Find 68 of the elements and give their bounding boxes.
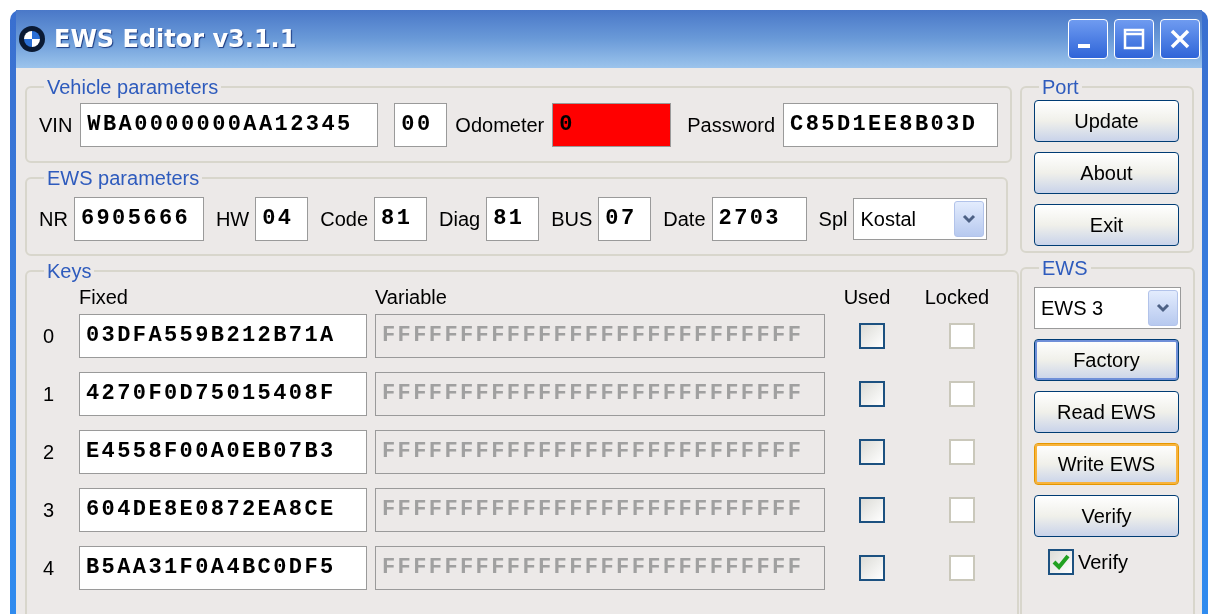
row-index: 0 bbox=[42, 323, 56, 349]
maximize-button[interactable] bbox=[1114, 19, 1154, 59]
field-label: Code bbox=[320, 206, 369, 232]
dropdown-button[interactable] bbox=[954, 200, 985, 237]
minimize-icon bbox=[1078, 44, 1090, 48]
checkbox[interactable] bbox=[859, 380, 885, 407]
action-button[interactable]: Write EWS bbox=[1034, 442, 1179, 485]
checkbox[interactable] bbox=[859, 438, 885, 465]
checkbox[interactable] bbox=[859, 322, 885, 349]
action-button[interactable]: Factory bbox=[1034, 338, 1179, 381]
field-label: NR bbox=[39, 206, 68, 232]
spl-dropdown[interactable]: Kostal bbox=[853, 197, 988, 240]
checkbox-label: Verify bbox=[1078, 549, 1129, 575]
field-label: VIN bbox=[39, 113, 73, 138]
field-label: Date bbox=[663, 206, 706, 232]
parameter-field[interactable]: 07 bbox=[598, 196, 652, 241]
field-label: HW bbox=[215, 206, 250, 232]
field-label: Odometer bbox=[455, 113, 545, 138]
parameter-field[interactable]: 81 bbox=[486, 196, 540, 241]
dropdown-button[interactable] bbox=[1148, 289, 1178, 326]
maximize-icon bbox=[1122, 27, 1146, 51]
row-index: 4 bbox=[42, 555, 56, 581]
ews-dropdown[interactable]: EWS 3 bbox=[1034, 286, 1181, 329]
window-title: EWS Editor v3.1.1 bbox=[54, 24, 297, 55]
parameter-field[interactable]: 2703 bbox=[711, 196, 807, 241]
row-index: 2 bbox=[42, 439, 56, 465]
vin-suffix-field[interactable]: 00 bbox=[394, 103, 448, 147]
check-icon bbox=[1052, 553, 1070, 570]
fixed-key-field[interactable]: E4558F00A0EB07B3 bbox=[79, 429, 367, 474]
action-button[interactable]: Exit bbox=[1034, 204, 1179, 246]
field-label: Diag bbox=[439, 206, 481, 232]
group-title: Port bbox=[1041, 76, 1080, 98]
checkbox[interactable] bbox=[859, 554, 885, 581]
fixed-key-field[interactable]: 604DE8E0872EA8CE bbox=[79, 487, 367, 532]
odometer-field[interactable]: 0 bbox=[552, 103, 672, 147]
action-button[interactable]: Verify bbox=[1034, 494, 1179, 537]
group-title: EWS bbox=[1041, 256, 1089, 279]
column-header: Used bbox=[842, 284, 892, 310]
field-label: Spl bbox=[818, 206, 848, 232]
checkbox[interactable] bbox=[1048, 548, 1074, 575]
group-title: Vehicle parameters bbox=[46, 76, 220, 98]
parameter-field[interactable]: 6905666 bbox=[73, 196, 204, 241]
parameter-field[interactable]: 81 bbox=[374, 196, 428, 241]
action-button[interactable]: Update bbox=[1034, 100, 1179, 142]
action-button[interactable]: About bbox=[1034, 152, 1179, 194]
action-button[interactable]: Read EWS bbox=[1034, 390, 1179, 433]
row-index: 3 bbox=[42, 497, 56, 523]
chevron-down-icon bbox=[1156, 302, 1170, 313]
close-button[interactable] bbox=[1160, 19, 1200, 59]
group-title: Keys bbox=[46, 259, 93, 282]
parameter-field[interactable]: 04 bbox=[255, 196, 309, 241]
fixed-key-field[interactable]: 4270F0D75015408F bbox=[79, 371, 367, 416]
field-label: Password bbox=[687, 113, 776, 138]
column-header: Variable bbox=[375, 284, 448, 310]
vin-field[interactable]: WBA0000000AA12345 bbox=[80, 103, 379, 147]
password-field[interactable]: C85D1EE8B03D bbox=[783, 103, 999, 147]
column-header: Fixed bbox=[79, 284, 129, 310]
logo-icon bbox=[18, 25, 46, 53]
chevron-down-icon bbox=[962, 213, 977, 224]
fixed-key-field[interactable]: 03DFA559B212B71A bbox=[79, 313, 367, 358]
column-header: Locked bbox=[923, 284, 991, 310]
row-index: 1 bbox=[42, 381, 56, 407]
group-title: EWS parameters bbox=[46, 166, 201, 189]
close-icon bbox=[1168, 27, 1192, 51]
fixed-key-field[interactable]: B5AA31F0A4BC0DF5 bbox=[79, 545, 367, 590]
minimize-button[interactable] bbox=[1068, 19, 1108, 59]
checkbox[interactable] bbox=[859, 496, 885, 523]
field-label: BUS bbox=[551, 206, 593, 232]
